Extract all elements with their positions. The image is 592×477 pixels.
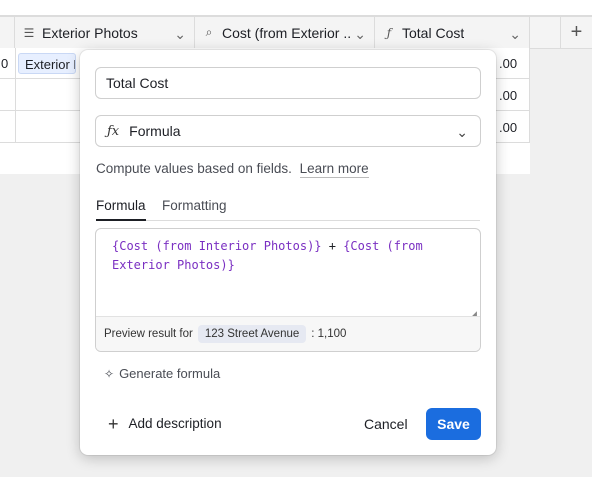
description-text: Compute values based on fields. [96,161,292,176]
lookup-list-icon: ☰ [23,25,35,40]
field-config-panel: ƒx Formula ⌄ Compute values based on fie… [80,50,496,455]
preview-value: : 1,100 [311,328,347,340]
preview-bar: Preview result for 123 Street Avenue : 1… [96,316,480,351]
tab-formula[interactable]: Formula [96,198,146,221]
sparkle-icon: ✧ [104,366,115,381]
preview-record-badge[interactable]: 123 Street Avenue [197,325,307,343]
header-label: Total Cost [402,24,465,41]
header-exterior-photos[interactable]: ☰ Exterior Photos ⌄ [15,17,195,48]
chevron-down-icon[interactable]: ⌄ [509,26,521,43]
header-cost-exterior[interactable]: ⌕ Cost (from Exterior ... ⌄ [195,17,375,48]
column-divider [529,48,530,143]
header-cell-stub [0,17,15,48]
grid-top-strip [0,0,592,16]
tab-formatting[interactable]: Formatting [162,198,227,219]
chevron-down-icon[interactable]: ⌄ [174,26,186,43]
add-description-button[interactable]: + Add description [108,413,222,434]
row-value: .00 [499,120,518,135]
learn-more-link[interactable]: Learn more [299,161,369,178]
plus-icon: + [108,413,119,434]
generate-formula-button[interactable]: ✧ Generate formula [104,366,220,381]
generate-formula-label: Generate formula [119,366,221,381]
add-column-button[interactable]: + [560,17,592,48]
tab-bar: Formula Formatting [96,198,480,221]
attachment-chip[interactable]: Exterior P [18,53,76,74]
row-value: .00 [499,88,518,103]
cancel-button[interactable]: Cancel [364,416,408,432]
field-type-select[interactable]: ƒx Formula ⌄ [95,115,481,147]
row-value: 0 [1,56,9,71]
formula-text[interactable]: {Cost (from Interior Photos)} + {Cost (f… [112,237,466,275]
formula-editor[interactable]: {Cost (from Interior Photos)} + {Cost (f… [95,228,481,352]
header-label: Cost (from Exterior ... [222,24,352,41]
field-type-label: Formula [129,123,181,139]
field-description: Compute values based on fields. Learn mo… [96,161,369,178]
save-button[interactable]: Save [426,408,481,440]
field-name-input[interactable] [95,67,481,99]
column-divider [15,48,16,143]
add-description-label: Add description [128,416,222,431]
chevron-down-icon[interactable]: ⌄ [354,26,366,43]
chevron-down-icon: ⌄ [456,124,468,140]
formula-operator: + [321,239,344,253]
grid-header: ☰ Exterior Photos ⌄ ⌕ Cost (from Exterio… [0,16,592,49]
header-total-cost[interactable]: ƒ Total Cost ⌄ [375,17,530,48]
formula-icon: ƒx [107,123,120,139]
formula-field-reference: {Cost (from Interior Photos)} [112,239,322,253]
row-value: .00 [499,56,518,71]
lookup-search-icon: ⌕ [205,25,213,39]
header-label: Exterior Photos [42,24,138,41]
formula-icon: ƒ [386,25,392,40]
preview-label: Preview result for [104,328,193,340]
